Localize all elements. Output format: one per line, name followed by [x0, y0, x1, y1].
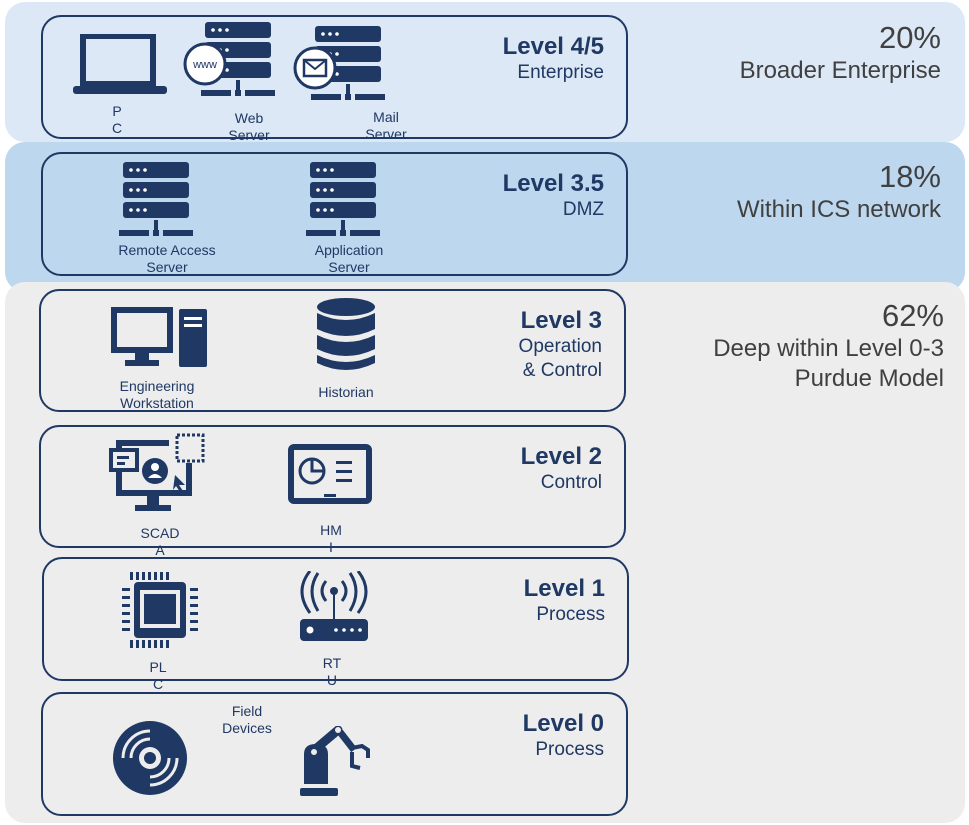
device-label-mail-server: Mail Server [365, 109, 407, 142]
level-subtitle: Process [535, 739, 604, 760]
level-1-box: Level 1 Process PL C RT U [42, 557, 629, 692]
percent-desc: Within ICS network [736, 196, 941, 223]
chip-icon [122, 572, 198, 648]
level-name: Level 0 [522, 710, 604, 737]
level-name: Level 4/5 [502, 33, 604, 60]
group-label-field-devices: Field Devices [222, 703, 272, 736]
level-title: Level 0 Process [523, 710, 604, 762]
percent-enterprise: 20% Broader Enterprise [740, 20, 941, 86]
level-title: Level 4/5 Enterprise [503, 33, 604, 85]
level-title: Level 1 Process [524, 575, 605, 627]
level-subtitle: DMZ [562, 199, 604, 220]
level-subtitle: Process [536, 604, 605, 625]
robot-arm-icon [300, 726, 370, 796]
level-name: Level 1 [523, 575, 605, 602]
device-label-historian: Historian [318, 384, 374, 400]
device-label-web-server: Web Server [228, 110, 270, 143]
level-3-5-box: Level 3.5 DMZ Remote Access Server Applica… [41, 152, 628, 276]
server-icon [280, 160, 390, 245]
scada-monitor-icon [109, 433, 205, 511]
percent-value: 18% [878, 159, 941, 194]
level-name: Level 3 [520, 307, 602, 334]
workstation-icon [111, 307, 207, 367]
level-2-box: Level 2 Control SCAD A HM I [39, 425, 626, 558]
percent-value: 20% [878, 20, 941, 55]
laptop-icon [73, 34, 167, 94]
percent-value: 62% [881, 298, 944, 333]
database-icon [317, 298, 375, 370]
mail-server-icon [285, 24, 395, 109]
web-server-icon: www [175, 20, 285, 105]
level-title: Level 3 Operation & Control [519, 307, 602, 383]
device-label-application-server: Application Server [314, 242, 384, 275]
level-subtitle: & Control [522, 360, 602, 381]
hmi-tablet-icon [288, 444, 372, 504]
device-label-hmi: HM I [320, 522, 342, 555]
device-label-rtu: RT U [322, 655, 342, 688]
level-0-box: Level 0 Process Field Devices [41, 692, 628, 816]
device-label-engineering-workstation: Engineering Workstation [119, 378, 195, 411]
percent-dmz: 18% Within ICS network [737, 159, 941, 225]
percent-desc: Purdue Model [794, 365, 944, 392]
percent-desc: Broader Enterprise [739, 57, 941, 84]
level-title: Level 2 Control [521, 443, 602, 495]
rtu-router-icon [300, 571, 368, 641]
level-name: Level 3.5 [502, 170, 604, 197]
level-subtitle: Control [540, 472, 602, 493]
svg-text:www: www [192, 59, 217, 71]
level-subtitle: Operation [518, 336, 602, 357]
disk-icon [113, 721, 187, 795]
level-name: Level 2 [520, 443, 602, 470]
level-4-5-box: Level 4/5 Enterprise www PC Web Server Mai… [41, 15, 628, 143]
percent-ics: 62% Deep within Level 0-3 Purdue Model [713, 298, 944, 394]
device-label-pc: PC [111, 103, 123, 136]
device-label-plc: PL C [149, 659, 167, 692]
level-subtitle: Enterprise [517, 62, 604, 83]
server-icon [93, 160, 203, 245]
percent-desc: Deep within Level 0-3 [713, 335, 944, 362]
device-label-remote-access-server: Remote Access Server [118, 242, 216, 275]
level-title: Level 3.5 DMZ [503, 170, 604, 222]
level-3-box: Level 3 Operation & Control Engineering Wor… [39, 289, 626, 412]
device-label-scada: SCAD A [140, 525, 180, 558]
